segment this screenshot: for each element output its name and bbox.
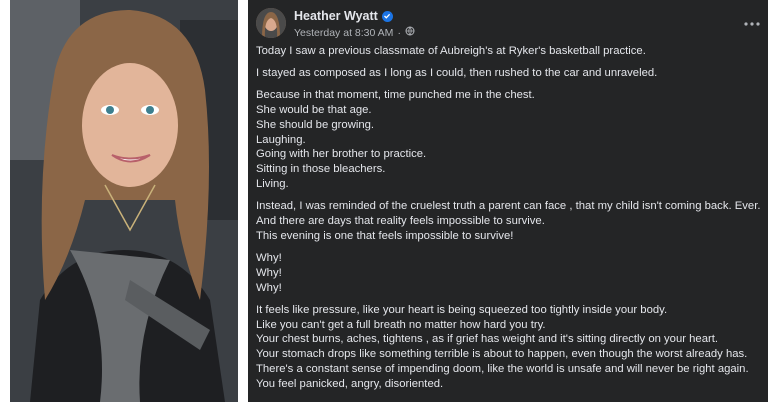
post-paragraph: I stayed as composed as I long as I coul… xyxy=(256,66,762,81)
post-line: Laughing. xyxy=(256,133,306,146)
post-line: Sitting in those bleachers. xyxy=(256,163,386,176)
post-timestamp[interactable]: Yesterday at 8:30 AM xyxy=(294,27,393,39)
post-line: It feels like pressure, like your heart … xyxy=(256,303,668,316)
post-line: Why! xyxy=(256,251,282,264)
facebook-post: Heather Wyatt Yesterday at 8:30 AM · Tod… xyxy=(248,0,768,402)
post-line: This evening is one that feels impossibl… xyxy=(256,229,514,242)
post-line: Your stomach drops like something terrib… xyxy=(256,348,748,361)
post-line: She would be that age. xyxy=(256,103,372,116)
verified-badge-icon xyxy=(381,10,393,22)
globe-icon xyxy=(405,26,415,39)
meta-separator: · xyxy=(397,26,401,39)
post-line: Going with her brother to practice. xyxy=(256,148,427,161)
post-line: You feel panicked, angry, disoriented. xyxy=(256,378,444,391)
post-header: Heather Wyatt Yesterday at 8:30 AM · xyxy=(256,6,760,40)
post-line: Why! xyxy=(256,266,282,279)
post-line: Your chest burns, aches, tightens , as i… xyxy=(256,333,719,346)
author-name[interactable]: Heather Wyatt xyxy=(294,9,378,23)
post-line: And there are days that reality feels im… xyxy=(256,215,545,228)
post-line: Living. xyxy=(256,178,289,191)
post-line: Why! xyxy=(256,281,282,294)
post-paragraph: Because in that moment, time punched me … xyxy=(256,88,762,192)
post-paragraph: It feels like pressure, like your heart … xyxy=(256,303,762,392)
post-line: There's a constant sense of impending do… xyxy=(256,363,749,376)
post-paragraph: Instead, I was reminded of the cruelest … xyxy=(256,199,762,244)
post-paragraph: Today I saw a previous classmate of Aubr… xyxy=(256,44,762,59)
post-line: I stayed as composed as I long as I coul… xyxy=(256,66,658,79)
post-line: Like you can't get a full breath no matt… xyxy=(256,318,546,331)
more-options-icon[interactable] xyxy=(744,14,760,30)
post-line: Today I saw a previous classmate of Aubr… xyxy=(256,45,646,57)
post-line: Instead, I was reminded of the cruelest … xyxy=(256,200,761,213)
post-paragraph: Why! Why! Why! xyxy=(256,251,762,296)
profile-photo xyxy=(10,0,238,402)
post-line: Because in that moment, time punched me … xyxy=(256,88,535,101)
author-avatar[interactable] xyxy=(256,8,286,38)
post-body: Today I saw a previous classmate of Aubr… xyxy=(256,44,762,399)
post-line: She should be growing. xyxy=(256,118,375,131)
